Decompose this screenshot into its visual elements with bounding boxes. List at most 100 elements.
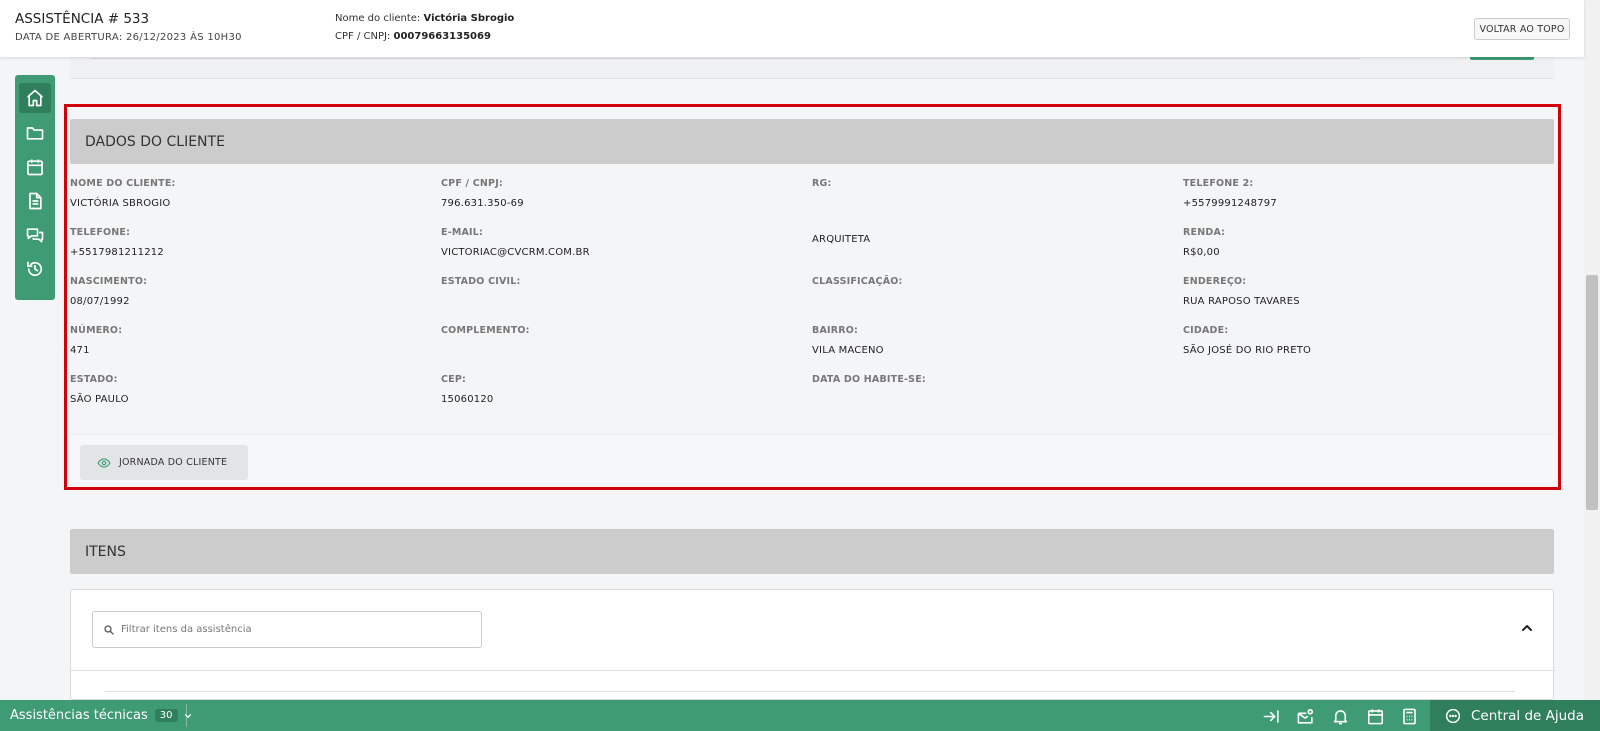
- field-marital-status: ESTADO CIVIL:: [441, 276, 521, 296]
- help-center-button[interactable]: Central de Ajuda: [1430, 700, 1600, 731]
- field-label: CIDADE:: [1183, 325, 1229, 336]
- calculator-button[interactable]: [1399, 706, 1419, 726]
- search-icon: [104, 624, 114, 635]
- client-doc-label: CPF / CNPJ:: [335, 31, 391, 42]
- field-label: DATA DO HABITE-SE:: [812, 374, 926, 385]
- field-value: +5517981211212: [70, 247, 164, 258]
- module-count-badge: 30: [154, 709, 178, 722]
- mail-settings-button[interactable]: [1295, 706, 1315, 726]
- previous-section-bottom: [70, 57, 1554, 79]
- chat-icon: [26, 228, 44, 243]
- client-name-value: Victória Sbrogio: [423, 13, 515, 24]
- field-profession: ARQUITETA: [812, 234, 870, 245]
- calendar-button[interactable]: [1365, 706, 1385, 726]
- client-doc-line: CPF / CNPJ: 00079663135069: [335, 31, 491, 42]
- calendar-icon: [1367, 708, 1383, 724]
- field-label: CEP:: [441, 374, 467, 385]
- arrow-to-right-icon: [1263, 709, 1279, 723]
- opening-date: DATA DE ABERTURA: 26/12/2023 ÀS 10H30: [15, 32, 242, 43]
- calendar-icon: [27, 159, 43, 176]
- field-label: COMPLEMENTO:: [441, 325, 530, 336]
- side-nav-history[interactable]: [19, 254, 51, 284]
- folder-icon: [26, 127, 44, 140]
- field-phone-2: TELEFONE 2: +5579991248797: [1183, 178, 1277, 209]
- client-name-line: Nome do cliente: Victória Sbrogio: [335, 13, 514, 24]
- eye-icon: [97, 457, 111, 468]
- items-search-input[interactable]: [121, 624, 461, 635]
- field-value: VILA MACENO: [812, 345, 884, 356]
- field-label: NOME DO CLIENTE:: [70, 178, 176, 189]
- field-label: ESTADO CIVIL:: [441, 276, 521, 287]
- field-label: RENDA:: [1183, 227, 1226, 238]
- field-value: SÃO PAULO: [70, 394, 129, 405]
- field-phone: TELEFONE: +5517981211212: [70, 227, 164, 258]
- back-to-top-button[interactable]: VOLTAR AO TOPO: [1474, 18, 1570, 40]
- field-label: CPF / CNPJ:: [441, 178, 503, 189]
- field-value: RUA RAPOSO TAVARES: [1183, 296, 1300, 307]
- field-label: CLASSIFICAÇÃO:: [812, 276, 903, 287]
- history-icon: [27, 261, 43, 277]
- side-nav-calendar[interactable]: [19, 152, 51, 182]
- side-nav: [15, 75, 55, 300]
- field-birth-date: NASCIMENTO: 08/07/1992: [70, 276, 147, 307]
- field-label: BAIRRO:: [812, 325, 859, 336]
- items-list: [71, 670, 1555, 701]
- field-email: E-MAIL: VICTORIAC@CVCRM.COM.BR: [441, 227, 590, 258]
- field-label: ESTADO:: [70, 374, 118, 385]
- client-doc-value: 00079663135069: [393, 31, 491, 42]
- field-value: 471: [70, 345, 90, 356]
- field-rg: RG:: [812, 178, 832, 198]
- field-income: RENDA: R$0,00: [1183, 227, 1225, 258]
- collapse-button[interactable]: [1261, 706, 1281, 726]
- client-name-label: Nome do cliente:: [335, 13, 421, 24]
- field-label: E-MAIL:: [441, 227, 484, 238]
- items-section-header[interactable]: ITENS: [70, 529, 1554, 574]
- previous-section-field: [90, 57, 1360, 59]
- field-label: TELEFONE:: [70, 227, 131, 238]
- field-value: +5579991248797: [1183, 198, 1277, 209]
- field-state: ESTADO: SÃO PAULO: [70, 374, 129, 405]
- scrollbar-thumb[interactable]: [1586, 275, 1598, 510]
- field-neighborhood: BAIRRO: VILA MACENO: [812, 325, 884, 356]
- field-value: 08/07/1992: [70, 296, 130, 307]
- notifications-button[interactable]: [1330, 706, 1350, 726]
- field-zip: CEP: 15060120: [441, 374, 494, 405]
- field-value: SÃO JOSÉ DO RIO PRETO: [1183, 345, 1312, 356]
- field-habite-se-date: DATA DO HABITE-SE:: [812, 374, 926, 394]
- items-list-divider: [105, 691, 1515, 692]
- page-header: ASSISTÊNCIA # 533 DATA DE ABERTURA: 26/1…: [0, 0, 1584, 57]
- field-number: NÚMERO: 471: [70, 325, 122, 356]
- field-label: NÚMERO:: [70, 325, 123, 336]
- page-title: ASSISTÊNCIA # 533: [15, 11, 150, 27]
- field-value: 796.631.350-69: [441, 198, 524, 209]
- field-value: VICTORIAC@CVCRM.COM.BR: [441, 247, 590, 258]
- field-label: RG:: [812, 178, 832, 189]
- field-cpf-cnpj: CPF / CNPJ: 796.631.350-69: [441, 178, 524, 209]
- side-nav-folder[interactable]: [19, 118, 51, 148]
- previous-section-button[interactable]: [1470, 57, 1534, 60]
- bottom-bar: Assistências técnicas 30 Central de Ajud…: [0, 700, 1600, 731]
- field-value: ARQUITETA: [812, 234, 871, 245]
- bottom-bar-divider: [186, 704, 187, 727]
- client-journey-button[interactable]: JORNADA DO CLIENTE: [80, 445, 248, 480]
- field-value: VICTÓRIA SBROGIO: [70, 198, 171, 209]
- client-data-card: [70, 119, 1554, 484]
- module-name: Assistências técnicas: [10, 708, 148, 723]
- client-card-footer: JORNADA DO CLIENTE: [70, 434, 1554, 484]
- chevron-down-icon: [184, 713, 191, 718]
- side-nav-document[interactable]: [19, 186, 51, 216]
- field-complement: COMPLEMENTO:: [441, 325, 530, 345]
- field-city: CIDADE: SÃO JOSÉ DO RIO PRETO: [1183, 325, 1311, 356]
- chevron-up-icon[interactable]: [1519, 620, 1535, 636]
- field-label: NASCIMENTO:: [70, 276, 148, 287]
- field-label: ENDEREÇO:: [1183, 276, 1247, 287]
- module-selector[interactable]: Assistências técnicas 30: [10, 700, 193, 731]
- side-nav-chat[interactable]: [19, 220, 51, 250]
- client-section-header[interactable]: DADOS DO CLIENTE: [70, 119, 1554, 164]
- field-address: ENDEREÇO: RUA RAPOSO TAVARES: [1183, 276, 1300, 307]
- items-search: [92, 611, 482, 648]
- mail-gear-icon: [1297, 708, 1313, 724]
- help-center-label: Central de Ajuda: [1471, 707, 1584, 724]
- field-value: R$0,00: [1183, 247, 1220, 258]
- side-nav-home[interactable]: [19, 83, 51, 113]
